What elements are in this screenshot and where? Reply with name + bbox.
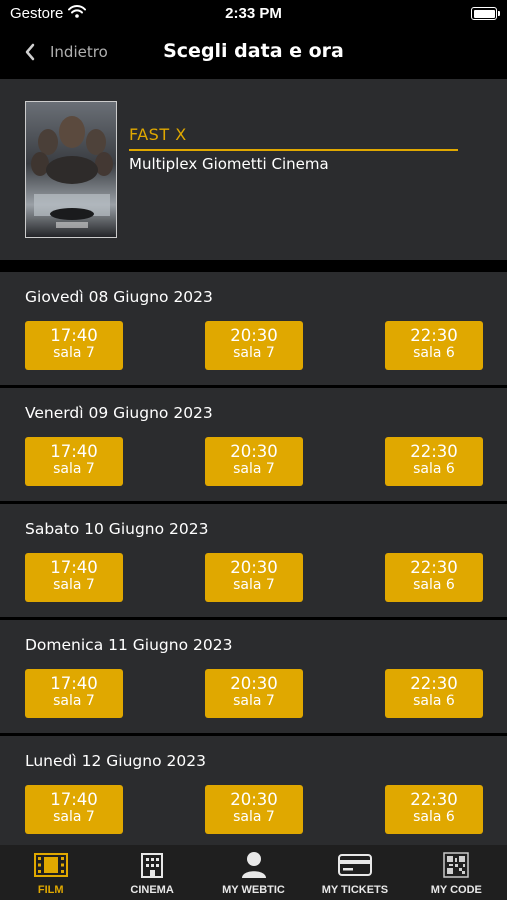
showtime-time: 20:30 xyxy=(230,790,278,809)
showtime-button[interactable]: 20:30 sala 7 xyxy=(205,669,303,718)
cinema-name: Multiplex Giometti Cinema xyxy=(129,155,329,173)
showtime-button[interactable]: 17:40 sala 7 xyxy=(25,785,123,834)
day-title: Giovedì 08 Giugno 2023 xyxy=(25,288,213,306)
tab-label: FILM xyxy=(37,884,64,896)
showtime-time: 17:40 xyxy=(50,674,98,693)
showtime-hall: sala 7 xyxy=(53,577,95,593)
user-icon xyxy=(237,851,271,879)
day-title: Sabato 10 Giugno 2023 xyxy=(25,520,209,538)
ticket-card-icon xyxy=(337,851,372,879)
tab-my-code[interactable]: MY CODE xyxy=(406,845,507,900)
day-section: Venerdì 09 Giugno 2023 17:40 sala 7 20:3… xyxy=(0,388,507,501)
day-title: Lunedì 12 Giugno 2023 xyxy=(25,752,206,770)
movie-title: FAST X xyxy=(129,125,187,144)
tab-my-tickets[interactable]: MY TICKETS xyxy=(304,845,405,900)
showtime-button[interactable]: 20:30 sala 7 xyxy=(205,785,303,834)
showtime-hall: sala 7 xyxy=(233,809,275,825)
film-icon xyxy=(33,851,68,879)
status-time: 2:33 PM xyxy=(225,5,282,22)
showtime-time: 20:30 xyxy=(230,558,278,577)
tab-label: MY WEBTIC xyxy=(222,884,285,896)
showtime-button[interactable]: 22:30 sala 6 xyxy=(385,437,483,486)
battery-icon xyxy=(471,7,500,20)
day-section: Sabato 10 Giugno 2023 17:40 sala 7 20:30… xyxy=(0,504,507,617)
showtime-button[interactable]: 17:40 sala 7 xyxy=(25,669,123,718)
tab-label: CINEMA xyxy=(130,884,174,896)
day-section: Lunedì 12 Giugno 2023 17:40 sala 7 20:30… xyxy=(0,736,507,845)
showtime-hall: sala 7 xyxy=(53,345,95,361)
page-title: Scegli data e ora xyxy=(163,40,344,62)
showtime-hall: sala 7 xyxy=(53,693,95,709)
showtime-button[interactable]: 22:30 sala 6 xyxy=(385,553,483,602)
movie-poster xyxy=(25,101,117,238)
showtime-hall: sala 7 xyxy=(53,809,95,825)
showtime-button[interactable]: 20:30 sala 7 xyxy=(205,321,303,370)
showtime-hall: sala 6 xyxy=(413,693,455,709)
showtimes-list: Giovedì 08 Giugno 2023 17:40 sala 7 20:3… xyxy=(0,272,507,845)
showtime-button[interactable]: 17:40 sala 7 xyxy=(25,437,123,486)
showtime-time: 20:30 xyxy=(230,326,278,345)
showtime-button[interactable]: 20:30 sala 7 xyxy=(205,553,303,602)
cinema-building-icon xyxy=(135,851,169,879)
showtime-time: 17:40 xyxy=(50,790,98,809)
day-title: Venerdì 09 Giugno 2023 xyxy=(25,404,213,422)
tab-my-webtic[interactable]: MY WEBTIC xyxy=(203,845,304,900)
showtime-hall: sala 7 xyxy=(233,461,275,477)
showtime-time: 17:40 xyxy=(50,558,98,577)
showtime-time: 20:30 xyxy=(230,442,278,461)
movie-card: FAST X Multiplex Giometti Cinema xyxy=(0,79,507,260)
tab-label: MY TICKETS xyxy=(321,884,389,896)
showtime-time: 17:40 xyxy=(50,442,98,461)
showtime-time: 22:30 xyxy=(410,326,458,345)
tab-film[interactable]: FILM xyxy=(0,845,101,900)
showtime-hall: sala 7 xyxy=(233,693,275,709)
nav-bar: Indietro Scegli data e ora xyxy=(0,28,507,78)
showtime-time: 22:30 xyxy=(410,558,458,577)
day-section: Giovedì 08 Giugno 2023 17:40 sala 7 20:3… xyxy=(0,272,507,385)
section-separator xyxy=(0,260,507,272)
showtime-hall: sala 7 xyxy=(53,461,95,477)
showtime-time: 22:30 xyxy=(410,790,458,809)
showtime-button[interactable]: 20:30 sala 7 xyxy=(205,437,303,486)
showtime-hall: sala 7 xyxy=(233,577,275,593)
showtime-hall: sala 6 xyxy=(413,461,455,477)
tab-bar: FILM CINEMA MY WEBTIC MY TICKETS MY CODE xyxy=(0,845,507,900)
showtime-button[interactable]: 22:30 sala 6 xyxy=(385,785,483,834)
showtime-time: 20:30 xyxy=(230,674,278,693)
showtime-hall: sala 6 xyxy=(413,577,455,593)
showtime-hall: sala 6 xyxy=(413,345,455,361)
showtime-button[interactable]: 17:40 sala 7 xyxy=(25,553,123,602)
title-divider xyxy=(129,149,458,151)
showtime-button[interactable]: 22:30 sala 6 xyxy=(385,321,483,370)
day-section: Domenica 11 Giugno 2023 17:40 sala 7 20:… xyxy=(0,620,507,733)
qr-code-icon xyxy=(439,851,473,879)
showtime-time: 22:30 xyxy=(410,674,458,693)
showtime-time: 17:40 xyxy=(50,326,98,345)
tab-label: MY CODE xyxy=(430,884,482,896)
showtime-button[interactable]: 17:40 sala 7 xyxy=(25,321,123,370)
showtime-hall: sala 7 xyxy=(233,345,275,361)
showtime-time: 22:30 xyxy=(410,442,458,461)
showtime-button[interactable]: 22:30 sala 6 xyxy=(385,669,483,718)
status-bar: Gestore 2:33 PM xyxy=(0,0,507,28)
showtime-hall: sala 6 xyxy=(413,809,455,825)
tab-cinema[interactable]: CINEMA xyxy=(101,845,202,900)
day-title: Domenica 11 Giugno 2023 xyxy=(25,636,233,654)
